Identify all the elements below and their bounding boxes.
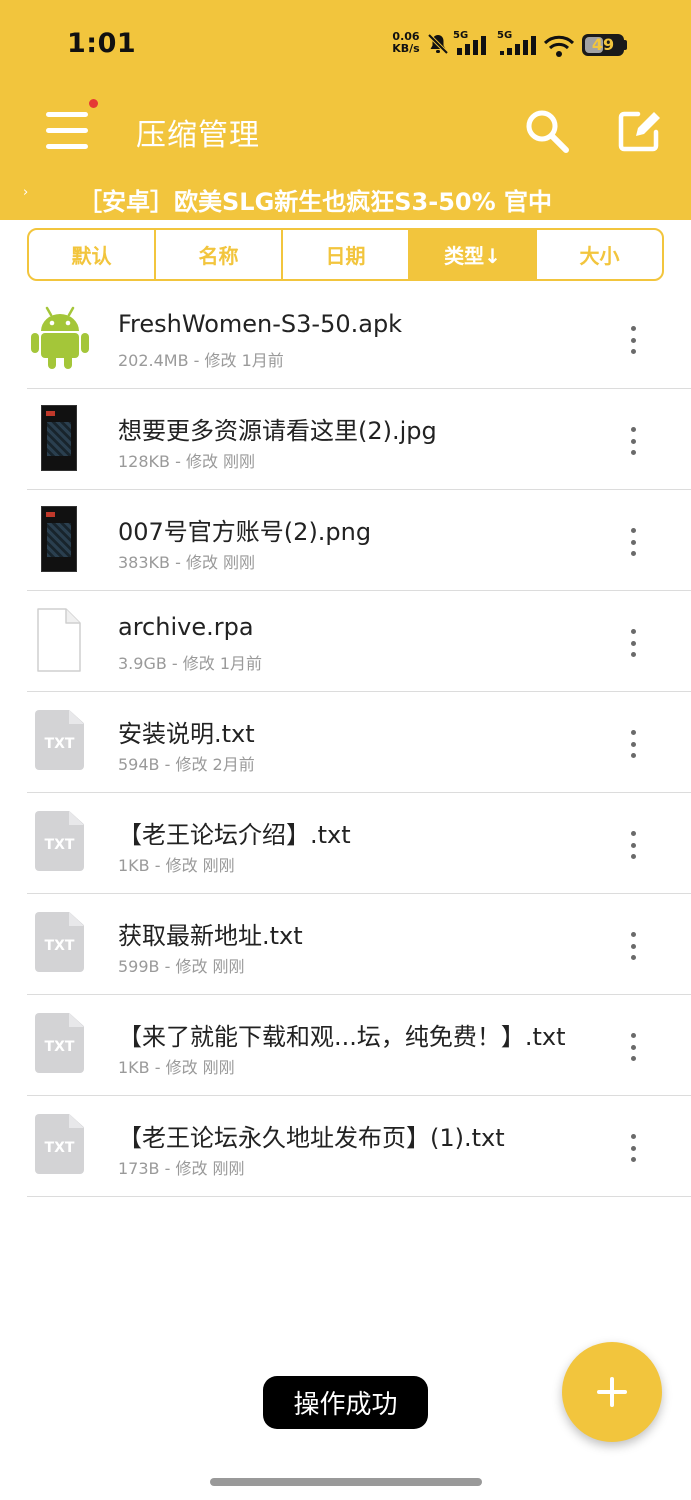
more-options-icon[interactable] — [618, 726, 648, 762]
txt-file-label: TXT — [44, 938, 75, 954]
file-row[interactable]: TXT 【老王论坛介绍】.txt 1KB - 修改 刚刚 — [0, 793, 691, 894]
file-row[interactable]: TXT 【来了就能下载和观...坛，纯免费！】.txt 1KB - 修改 刚刚 — [0, 995, 691, 1096]
sort-tab-default[interactable]: 默认 — [29, 230, 156, 279]
file-name: 【老王论坛永久地址发布页】(1).txt — [118, 1124, 505, 1152]
menu-icon-line — [46, 128, 88, 133]
image-thumbnail — [41, 405, 77, 471]
file-meta: 3.9GB - 修改 1月前 — [118, 654, 263, 673]
more-options-icon[interactable] — [618, 1130, 648, 1166]
txt-file-label: TXT — [44, 1140, 75, 1156]
sort-tab-date[interactable]: 日期 — [283, 230, 410, 279]
txt-file-label: TXT — [44, 837, 75, 853]
wifi-icon — [543, 35, 575, 57]
file-name: 【老王论坛介绍】.txt — [118, 821, 351, 849]
marquee-arrow-icon: › — [23, 185, 29, 200]
file-row[interactable]: 007号官方账号(2).png 383KB - 修改 刚刚 — [0, 490, 691, 591]
signal-bars-icon — [457, 36, 486, 55]
file-row[interactable]: archive.rpa 3.9GB - 修改 1月前 — [0, 591, 691, 692]
file-meta: 1KB - 修改 刚刚 — [118, 856, 235, 875]
marquee-text: ［安卓］欧美SLG新生也疯狂S3-50% 官中 — [78, 188, 553, 216]
sort-tab-size[interactable]: 大小 — [537, 230, 662, 279]
menu-icon-line — [46, 144, 88, 149]
file-name: 获取最新地址.txt — [118, 922, 303, 950]
file-meta: 594B - 修改 2月前 — [118, 755, 255, 774]
page-title: 压缩管理 — [136, 118, 260, 153]
file-row[interactable]: TXT 获取最新地址.txt 599B - 修改 刚刚 — [0, 894, 691, 995]
signal-bars-icon — [500, 36, 536, 55]
file-name: FreshWomen-S3-50.apk — [118, 310, 403, 338]
file-row[interactable]: 想要更多资源请看这里(2).jpg 128KB - 修改 刚刚 — [0, 389, 691, 490]
file-name: 安装说明.txt — [118, 720, 255, 748]
search-icon[interactable] — [522, 106, 572, 156]
txt-file-label: TXT — [44, 736, 75, 752]
more-options-icon[interactable] — [618, 524, 648, 560]
file-row[interactable]: TXT 【老王论坛永久地址发布页】(1).txt 173B - 修改 刚刚 — [0, 1096, 691, 1197]
file-name: 007号官方账号(2).png — [118, 518, 372, 546]
network-speed: 0.06 KB/s — [389, 31, 423, 55]
notification-dot — [89, 99, 98, 108]
edit-icon[interactable] — [614, 106, 664, 156]
file-meta: 128KB - 修改 刚刚 — [118, 452, 256, 471]
file-name: archive.rpa — [118, 613, 254, 641]
file-name: 想要更多资源请看这里(2).jpg — [118, 417, 437, 445]
file-row[interactable]: FreshWomen-S3-50.apk 202.4MB - 修改 1月前 — [0, 288, 691, 389]
more-options-icon[interactable] — [618, 827, 648, 863]
file-meta: 173B - 修改 刚刚 — [118, 1159, 245, 1178]
file-meta: 1KB - 修改 刚刚 — [118, 1058, 235, 1077]
mute-bell-icon — [427, 33, 449, 55]
more-options-icon[interactable] — [618, 1029, 648, 1065]
status-time: 1:01 — [67, 28, 137, 59]
file-meta: 599B - 修改 刚刚 — [118, 957, 245, 976]
txt-file-label: TXT — [44, 1039, 75, 1055]
network-speed-unit: KB/s — [392, 42, 420, 55]
sort-tab-name[interactable]: 名称 — [156, 230, 283, 279]
file-row[interactable]: TXT 安装说明.txt 594B - 修改 2月前 — [0, 692, 691, 793]
toast-message: 操作成功 — [263, 1376, 428, 1429]
sort-segmented-control: 默认 名称 日期 类型↓ 大小 — [27, 228, 664, 281]
menu-button[interactable] — [40, 99, 98, 156]
plus-icon — [597, 1377, 627, 1407]
blank-file-icon — [37, 608, 81, 672]
battery-percent: 49 — [591, 35, 615, 54]
file-meta: 383KB - 修改 刚刚 — [118, 553, 256, 572]
sort-tab-type[interactable]: 类型↓ — [410, 230, 537, 279]
more-options-icon[interactable] — [618, 322, 648, 358]
add-button[interactable] — [562, 1342, 662, 1442]
more-options-icon[interactable] — [618, 928, 648, 964]
android-icon — [31, 306, 89, 369]
file-meta: 202.4MB - 修改 1月前 — [118, 351, 284, 370]
image-thumbnail — [41, 506, 77, 572]
more-options-icon[interactable] — [618, 423, 648, 459]
battery-nub — [624, 40, 627, 50]
marquee-banner[interactable]: › ［安卓］欧美SLG新生也疯狂S3-50% 官中 — [0, 178, 691, 218]
file-list: FreshWomen-S3-50.apk 202.4MB - 修改 1月前 想要… — [0, 288, 691, 1197]
battery-indicator: 49 — [582, 34, 624, 56]
more-options-icon[interactable] — [618, 625, 648, 661]
file-name: 【来了就能下载和观...坛，纯免费！】.txt — [118, 1023, 566, 1051]
menu-icon-line — [46, 112, 88, 117]
gesture-nav-handle[interactable] — [210, 1478, 482, 1486]
